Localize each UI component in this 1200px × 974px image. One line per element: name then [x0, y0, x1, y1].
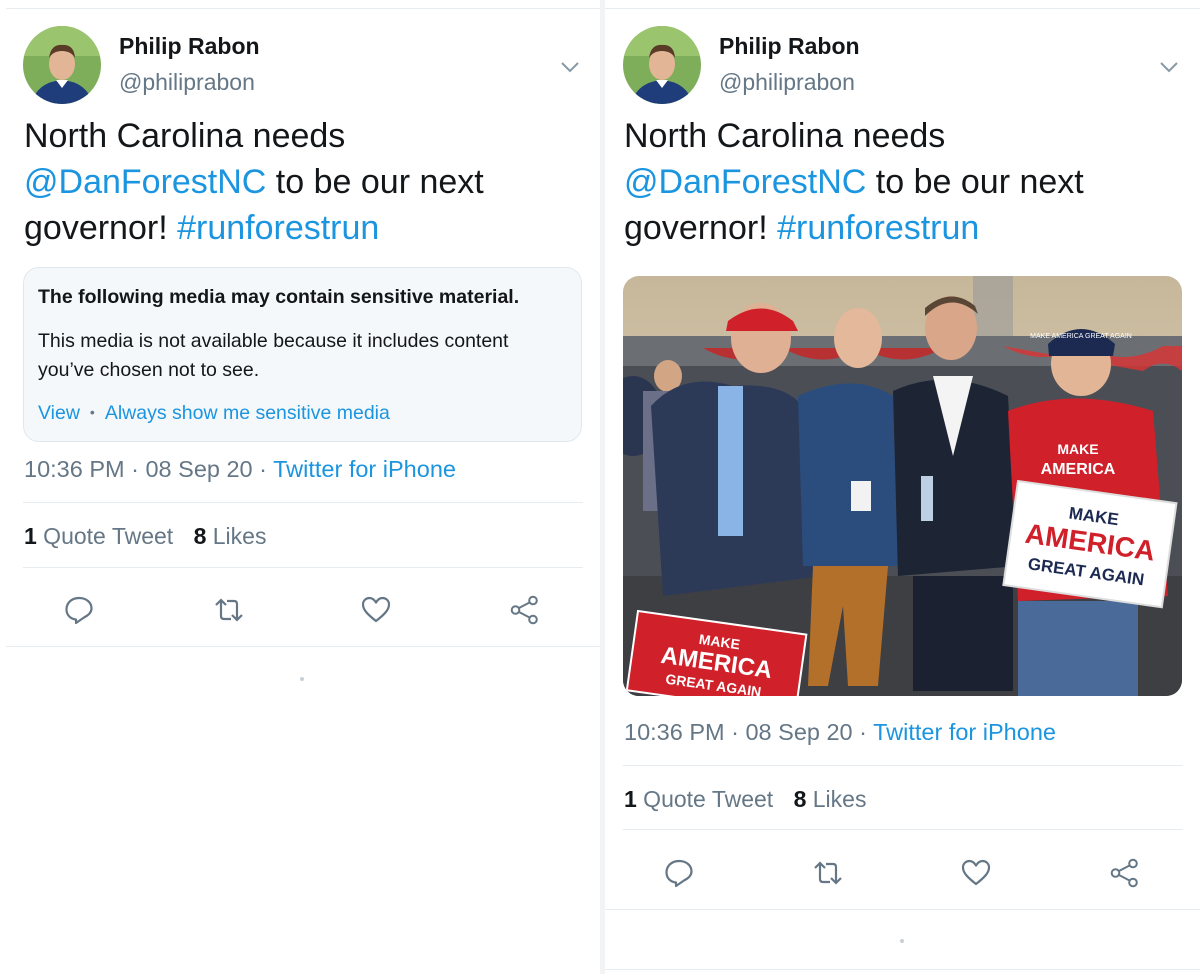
likes-count[interactable]: 8 Likes	[794, 786, 867, 812]
share-icon[interactable]	[509, 594, 541, 626]
like-icon[interactable]	[960, 857, 992, 889]
source-link[interactable]: Twitter for iPhone	[873, 719, 1056, 745]
likes-count[interactable]: 8 Likes	[194, 523, 267, 549]
share-icon[interactable]	[1109, 857, 1141, 889]
tweet-text-line2: to be our next	[266, 163, 484, 201]
retweet-icon[interactable]	[812, 857, 844, 889]
view-link[interactable]: View	[38, 402, 80, 424]
sensitive-media-notice: The following media may contain sensitiv…	[23, 267, 582, 442]
tweet-text-line2: to be our next	[866, 163, 1084, 201]
sensitive-description: This media is not available because it i…	[38, 330, 509, 381]
tweet-stats: 1 Quote Tweet 8 Likes	[624, 786, 866, 813]
tweet-timestamp: 10:36 PM · 08 Sep 20 · Twitter for iPhon…	[24, 456, 456, 483]
tweet-text-line3: governor!	[24, 209, 178, 247]
divider	[623, 765, 1183, 766]
avatar[interactable]	[23, 26, 101, 104]
tweet-stats: 1 Quote Tweet 8 Likes	[24, 523, 266, 550]
chevron-down-icon[interactable]	[1157, 55, 1181, 79]
shirt-text-1: MAKE	[1057, 441, 1098, 457]
sensitive-title: The following media may contain sensitiv…	[38, 286, 520, 308]
display-name[interactable]: Philip Rabon	[119, 33, 260, 60]
tweet-panel-sensitive: Philip Rabon @philiprabon North Carolina…	[0, 0, 600, 974]
tweet-text-line1: North Carolina needs	[624, 117, 946, 155]
divider	[6, 646, 600, 647]
reply-icon[interactable]	[663, 857, 695, 889]
tweet-photo[interactable]: MAKE AMERICA GREAT AGAIN MAKE AMERICA MA…	[623, 276, 1182, 696]
avatar[interactable]	[623, 26, 701, 104]
loading-dot	[300, 677, 304, 681]
chevron-down-icon[interactable]	[558, 55, 582, 79]
separator-dot: •	[89, 404, 95, 420]
hashtag-link[interactable]: #runforestrun	[177, 209, 379, 247]
user-handle[interactable]: @philiprabon	[119, 69, 255, 96]
always-show-link[interactable]: Always show me sensitive media	[105, 402, 390, 424]
divider	[623, 829, 1183, 830]
tweet-text-line1: North Carolina needs	[24, 117, 346, 155]
divider	[605, 909, 1200, 910]
tweet-text: North Carolina needs @DanForestNC to be …	[624, 113, 1164, 251]
top-divider	[605, 8, 1200, 9]
tweet-text: North Carolina needs @DanForestNC to be …	[24, 113, 564, 251]
user-handle[interactable]: @philiprabon	[719, 69, 855, 96]
like-icon[interactable]	[360, 594, 392, 626]
sensitive-actions: View • Always show me sensitive media	[38, 402, 390, 425]
hashtag-link[interactable]: #runforestrun	[777, 209, 979, 247]
tweet-timestamp: 10:36 PM · 08 Sep 20 · Twitter for iPhon…	[624, 719, 1056, 746]
bottom-divider	[605, 969, 1200, 970]
mention-link[interactable]: @DanForestNC	[24, 163, 266, 201]
quote-tweet-count[interactable]: 1 Quote Tweet	[24, 523, 173, 549]
retweet-icon[interactable]	[213, 594, 245, 626]
divider	[23, 567, 583, 568]
hat-text: MAKE AMERICA GREAT AGAIN	[1030, 333, 1132, 340]
time-date[interactable]: 10:36 PM · 08 Sep 20 ·	[624, 719, 873, 745]
quote-tweet-count[interactable]: 1 Quote Tweet	[624, 786, 773, 812]
time-date[interactable]: 10:36 PM · 08 Sep 20 ·	[24, 456, 273, 482]
reply-icon[interactable]	[63, 594, 95, 626]
mention-link[interactable]: @DanForestNC	[624, 163, 866, 201]
loading-dot	[900, 939, 904, 943]
tweet-text-line3: governor!	[624, 209, 778, 247]
shirt-text-2: AMERICA	[1041, 461, 1116, 478]
divider	[23, 502, 583, 503]
display-name[interactable]: Philip Rabon	[719, 33, 860, 60]
top-divider	[6, 8, 600, 9]
source-link[interactable]: Twitter for iPhone	[273, 456, 456, 482]
tweet-panel-photo: Philip Rabon @philiprabon North Carolina…	[605, 0, 1200, 974]
